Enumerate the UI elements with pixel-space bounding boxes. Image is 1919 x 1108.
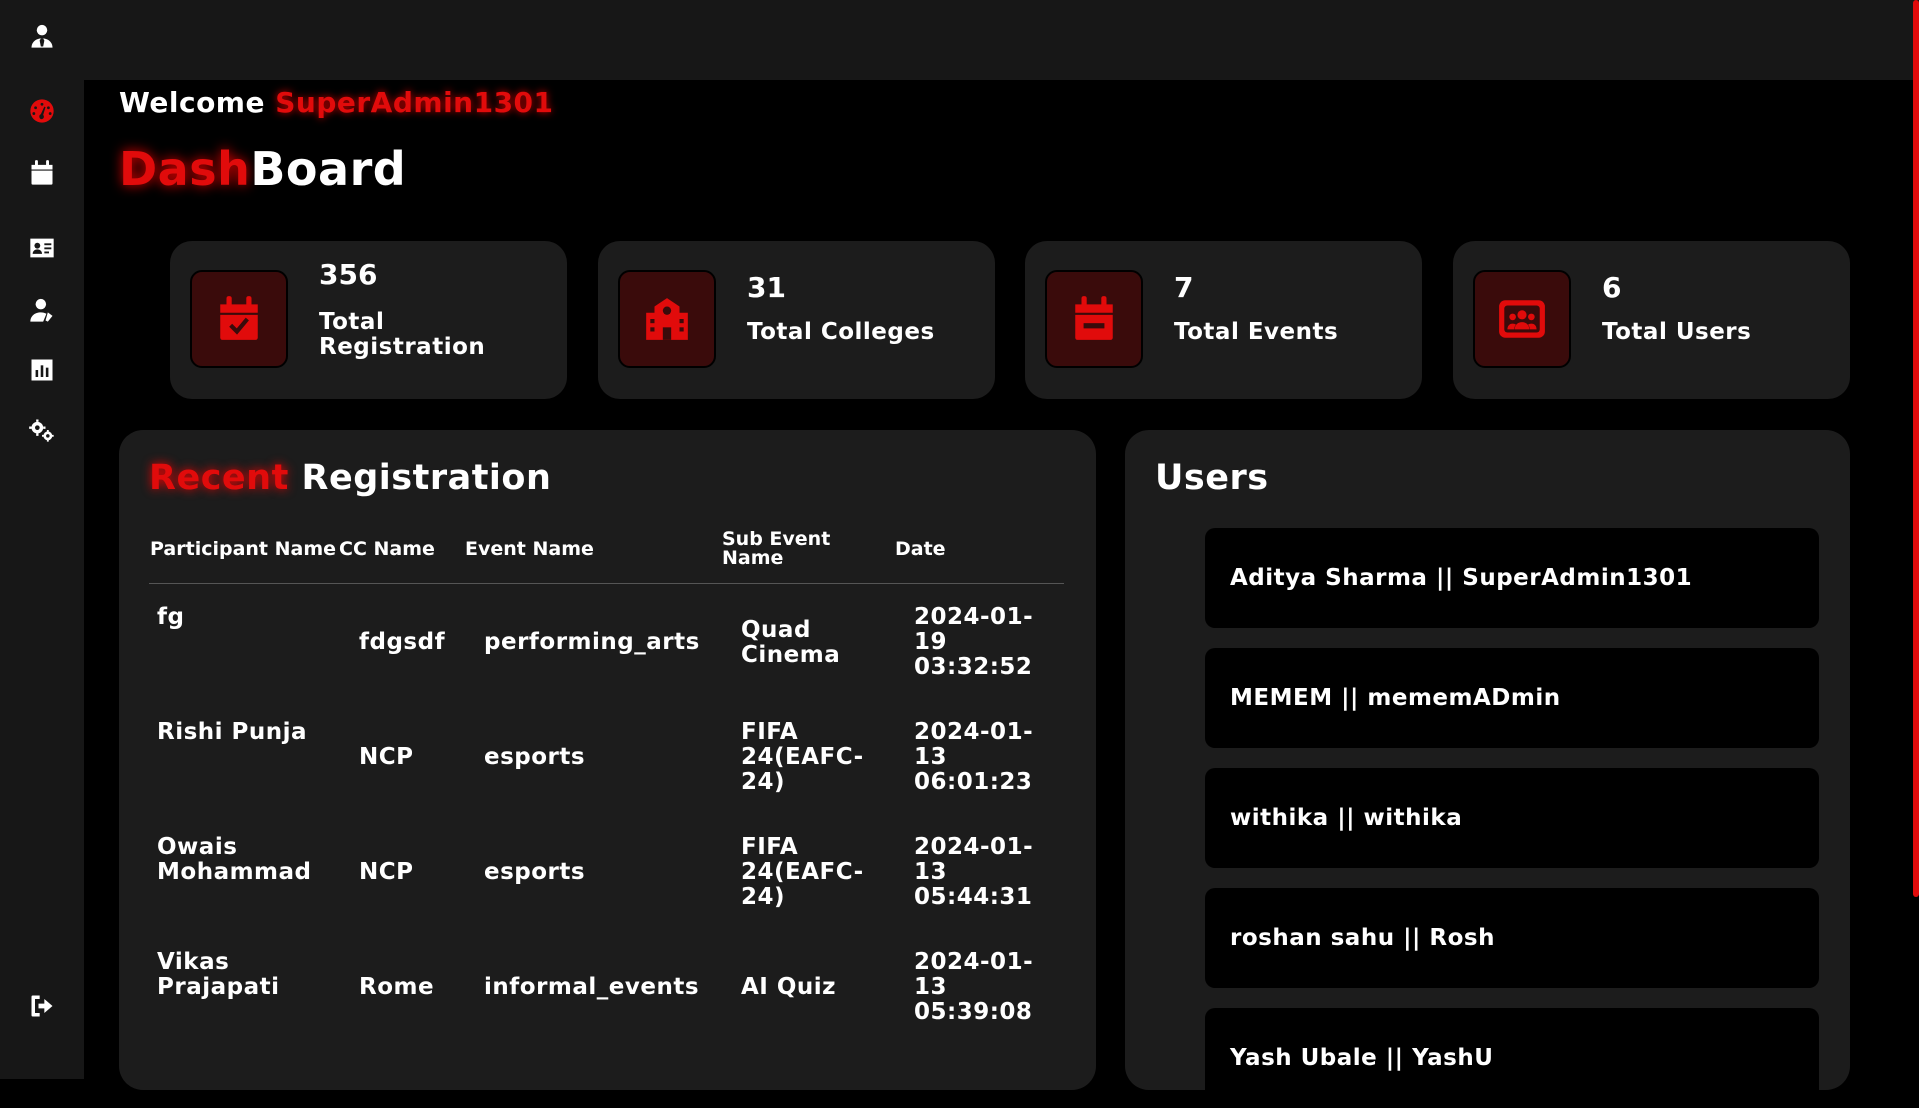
welcome-heading: Welcome SuperAdmin1301 (119, 86, 554, 119)
cell-cc: NCP (359, 744, 414, 770)
stat-card-events[interactable]: 7 Total Events (1025, 241, 1422, 399)
cell-date: 2024-01-13 05:39:08 (914, 949, 1034, 1025)
calendar-icon[interactable] (26, 157, 58, 189)
column-header-participant: Participant Name (150, 538, 337, 560)
cell-date: 2024-01-19 03:32:52 (914, 604, 1034, 680)
stat-value: 31 (747, 271, 786, 304)
users-panel: Users Aditya Sharma || SuperAdmin1301 ME… (1125, 430, 1850, 1108)
page-title-accent: Dash (119, 142, 251, 196)
cell-date: 2024-01-13 05:44:31 (914, 834, 1034, 910)
gears-icon[interactable] (26, 414, 58, 446)
cell-event: esports (484, 859, 586, 885)
users-rectangle-icon (1473, 270, 1571, 368)
calendar-minus-icon (1045, 270, 1143, 368)
cell-date: 2024-01-13 06:01:23 (914, 719, 1034, 795)
column-header-event: Event Name (465, 538, 594, 560)
cell-event: esports (484, 744, 586, 770)
cell-event: informal_events (484, 974, 700, 1000)
page-title: DashBoard (119, 142, 406, 196)
cell-sub-event: Quad Cinema (741, 617, 841, 668)
user-tie-icon[interactable] (26, 20, 58, 52)
cell-participant: Vikas Prajapati (157, 949, 280, 1000)
user-list-item[interactable]: withika || withika (1205, 768, 1819, 868)
scrollbar-accent[interactable] (1913, 0, 1919, 897)
id-card-icon[interactable] (26, 232, 58, 264)
stat-value: 6 (1602, 271, 1622, 304)
top-bar (0, 0, 1919, 80)
cell-participant: fg (157, 604, 185, 630)
stat-value: 7 (1174, 271, 1194, 304)
calendar-check-icon (190, 270, 288, 368)
cell-sub-event: AI Quiz (741, 974, 837, 1000)
stat-card-registrations[interactable]: 356 Total Registration (170, 241, 567, 399)
recent-registration-title: Recent Registration (149, 458, 551, 498)
cell-sub-event: FIFA 24(EAFC-24) (741, 719, 864, 795)
stat-value: 356 (319, 258, 378, 291)
cell-sub-event: FIFA 24(EAFC-24) (741, 834, 864, 910)
stat-label: Total Registration (319, 309, 486, 360)
user-icon[interactable] (26, 294, 58, 326)
cell-participant: Owais Mohammad (157, 834, 312, 885)
gauge-icon[interactable] (26, 95, 58, 127)
recent-registration-panel: Recent Registration Participant Name CC … (119, 430, 1096, 1090)
user-list-item[interactable]: Yash Ubale || YashU (1205, 1008, 1819, 1108)
page-title-rest: Board (250, 142, 407, 196)
cell-participant: Rishi Punja (157, 719, 308, 745)
column-header-date: Date (895, 538, 946, 560)
cell-cc: NCP (359, 859, 414, 885)
user-list-item[interactable]: MEMEM || mememADmin (1205, 648, 1819, 748)
panel-title-rest: Registration (288, 458, 552, 498)
school-icon (618, 270, 716, 368)
chart-icon[interactable] (26, 354, 58, 386)
header-divider (149, 583, 1064, 584)
panel-title-accent: Recent (149, 458, 289, 498)
users-title: Users (1155, 458, 1269, 498)
stat-label: Total Users (1602, 319, 1752, 345)
stat-card-colleges[interactable]: 31 Total Colleges (598, 241, 995, 399)
welcome-text: Welcome (119, 86, 265, 119)
column-header-sub-event: Sub Event Name (722, 528, 831, 569)
stat-card-users[interactable]: 6 Total Users (1453, 241, 1850, 399)
user-list-item[interactable]: Aditya Sharma || SuperAdmin1301 (1205, 528, 1819, 628)
sidebar (0, 0, 84, 1079)
column-header-cc: CC Name (339, 538, 435, 560)
welcome-username: SuperAdmin1301 (275, 86, 554, 119)
sign-out-icon[interactable] (26, 990, 58, 1022)
stat-label: Total Events (1174, 319, 1339, 345)
cell-cc: fdgsdf (359, 629, 446, 655)
cell-event: performing_arts (484, 629, 700, 655)
stat-label: Total Colleges (747, 319, 935, 345)
cell-cc: Rome (359, 974, 435, 1000)
user-list-item[interactable]: roshan sahu || Rosh (1205, 888, 1819, 988)
